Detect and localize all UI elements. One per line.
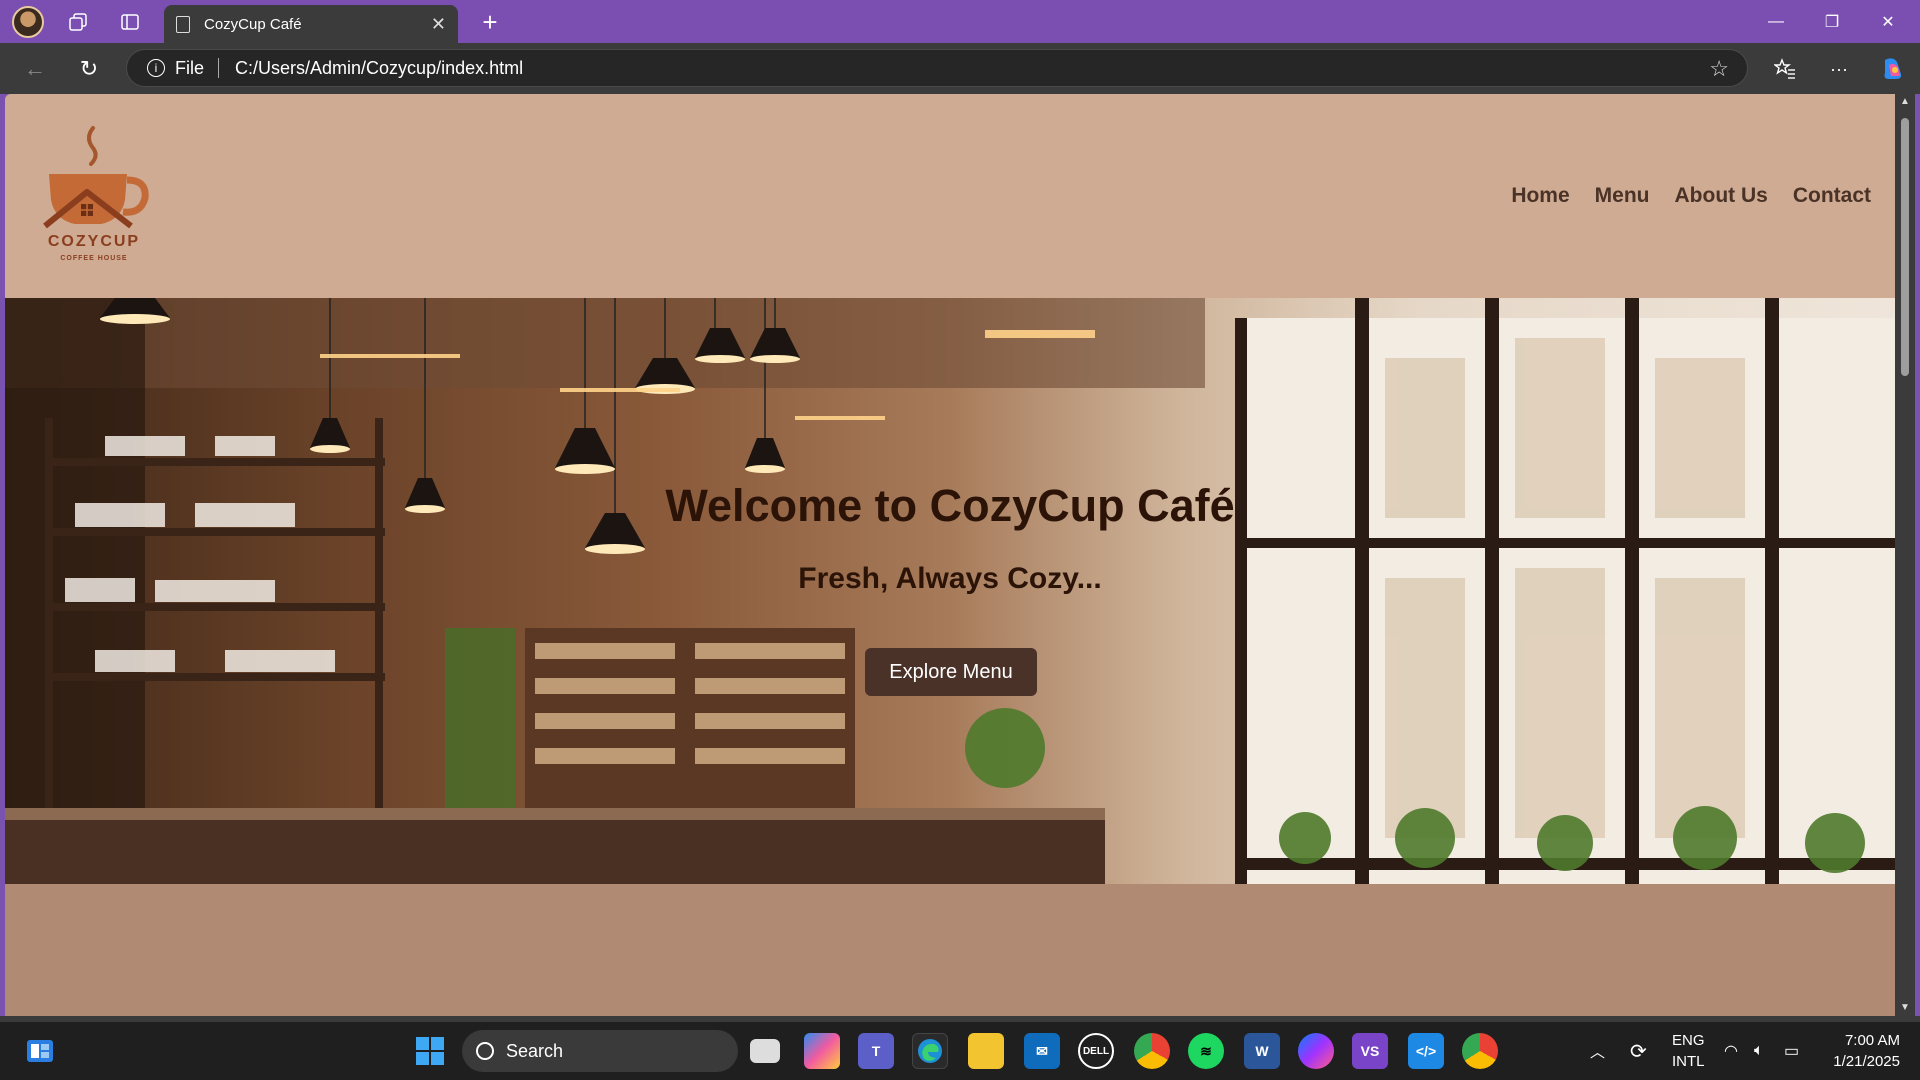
address-url: C:/Users/Admin/Cozycup/index.html	[235, 57, 524, 78]
restore-button[interactable]: ❐	[1804, 0, 1860, 43]
hero-title: Welcome to CozyCup Café	[665, 480, 1235, 531]
start-button[interactable]	[412, 1033, 448, 1069]
battery-icon[interactable]: ▭	[1784, 1022, 1799, 1080]
chrome-icon[interactable]	[1134, 1033, 1170, 1069]
copilot-icon[interactable]	[1876, 52, 1910, 86]
file-explorer-icon[interactable]	[968, 1033, 1004, 1069]
more-options-icon[interactable]: ···	[1822, 52, 1856, 86]
favorite-star-icon[interactable]: ☆	[1709, 56, 1729, 82]
nav-contact[interactable]: Contact	[1793, 184, 1871, 208]
back-button[interactable]: ←	[18, 52, 52, 86]
scroll-down-icon[interactable]: ▼	[1899, 1002, 1911, 1014]
wifi-icon[interactable]: ◠	[1724, 1022, 1738, 1080]
page-scrollbar[interactable]: ▲ ▼	[1895, 94, 1915, 1016]
hero-section: Welcome to CozyCup Café Fresh, Always Co…	[5, 298, 1895, 884]
page-below-hero	[5, 884, 1895, 1016]
page-icon	[176, 15, 190, 33]
chrome-profile-icon[interactable]	[1462, 1033, 1498, 1069]
taskbar-search-label: Search	[506, 1040, 564, 1061]
explore-menu-button[interactable]: Explore Menu	[865, 648, 1037, 696]
nav-about-us[interactable]: About Us	[1675, 184, 1768, 208]
collections-icon[interactable]	[62, 6, 94, 38]
teams-icon[interactable]: T	[858, 1033, 894, 1069]
browser-toolbar: ← ↻ i File C:/Users/Admin/Cozycup/index.…	[0, 43, 1920, 94]
logo-wordmark: COZYCUP	[48, 233, 140, 250]
sync-icon[interactable]: ⟳	[1630, 1022, 1647, 1080]
site-header: COZYCUP COFFEE HOUSE Home Menu About Us …	[5, 94, 1895, 298]
mail-icon[interactable]: ✉	[1024, 1033, 1060, 1069]
show-hidden-icons[interactable]: ︿	[1590, 1022, 1605, 1080]
scroll-thumb[interactable]	[1901, 118, 1909, 376]
address-bar[interactable]: i File C:/Users/Admin/Cozycup/index.html…	[126, 49, 1748, 87]
logo-tagline: COFFEE HOUSE	[60, 255, 127, 262]
browser-titlebar: CozyCup Café ✕ + — ❐ ✕	[0, 0, 1920, 43]
widgets-icon[interactable]	[22, 1033, 58, 1069]
browser-tab-active[interactable]: CozyCup Café ✕	[164, 5, 458, 43]
cozycup-logo[interactable]: COZYCUP COFFEE HOUSE	[41, 124, 151, 264]
messenger-icon[interactable]	[1298, 1033, 1334, 1069]
new-tab-button[interactable]: +	[474, 6, 506, 38]
clock-date: 1/21/2025	[1833, 1053, 1900, 1070]
tab-title: CozyCup Café	[204, 15, 302, 33]
close-window-button[interactable]: ✕	[1860, 0, 1916, 43]
language-indicator[interactable]: ENG INTL	[1672, 1030, 1705, 1072]
word-icon[interactable]: W	[1244, 1033, 1280, 1069]
volume-icon[interactable]: 🔈︎	[1754, 1022, 1764, 1080]
info-icon[interactable]: i	[147, 59, 165, 77]
minimize-button[interactable]: —	[1748, 0, 1804, 43]
profile-avatar[interactable]	[12, 6, 44, 38]
hero-subtitle: Fresh, Always Cozy...	[798, 562, 1102, 595]
hero-content: Welcome to CozyCup Café Fresh, Always Co…	[5, 298, 1895, 884]
task-view-icon[interactable]	[750, 1039, 780, 1063]
dell-icon[interactable]: DELL	[1078, 1033, 1114, 1069]
nav-menu[interactable]: Menu	[1595, 184, 1650, 208]
favorites-icon[interactable]	[1768, 52, 1802, 86]
address-divider	[218, 58, 220, 78]
page-viewport: COZYCUP COFFEE HOUSE Home Menu About Us …	[5, 94, 1895, 1016]
clock[interactable]: 7:00 AM 1/21/2025	[1833, 1030, 1900, 1072]
vertical-tabs-icon[interactable]	[114, 6, 146, 38]
visual-studio-icon[interactable]: VS	[1352, 1033, 1388, 1069]
scroll-up-icon[interactable]: ▲	[1899, 96, 1911, 108]
refresh-button[interactable]: ↻	[72, 52, 106, 86]
spotify-icon[interactable]: ≋	[1188, 1033, 1224, 1069]
taskbar-search-input[interactable]: Search	[462, 1030, 738, 1072]
windows-taskbar: Search T ✉ DELL ≋ W VS </> ︿ ⟳ ENG INTL …	[0, 1022, 1920, 1080]
site-nav: Home Menu About Us Contact	[1511, 184, 1871, 208]
clock-time: 7:00 AM	[1844, 1032, 1900, 1049]
vscode-icon[interactable]: </>	[1408, 1033, 1444, 1069]
lang-line1: ENG	[1672, 1032, 1705, 1049]
search-icon	[476, 1042, 494, 1060]
edge-taskbar-icon[interactable]	[912, 1033, 948, 1069]
address-scheme: File	[175, 57, 205, 78]
nav-home[interactable]: Home	[1511, 184, 1569, 208]
tab-close-icon[interactable]: ✕	[431, 14, 446, 35]
lang-line2: INTL	[1672, 1053, 1705, 1070]
copilot-app-icon[interactable]	[804, 1033, 840, 1069]
